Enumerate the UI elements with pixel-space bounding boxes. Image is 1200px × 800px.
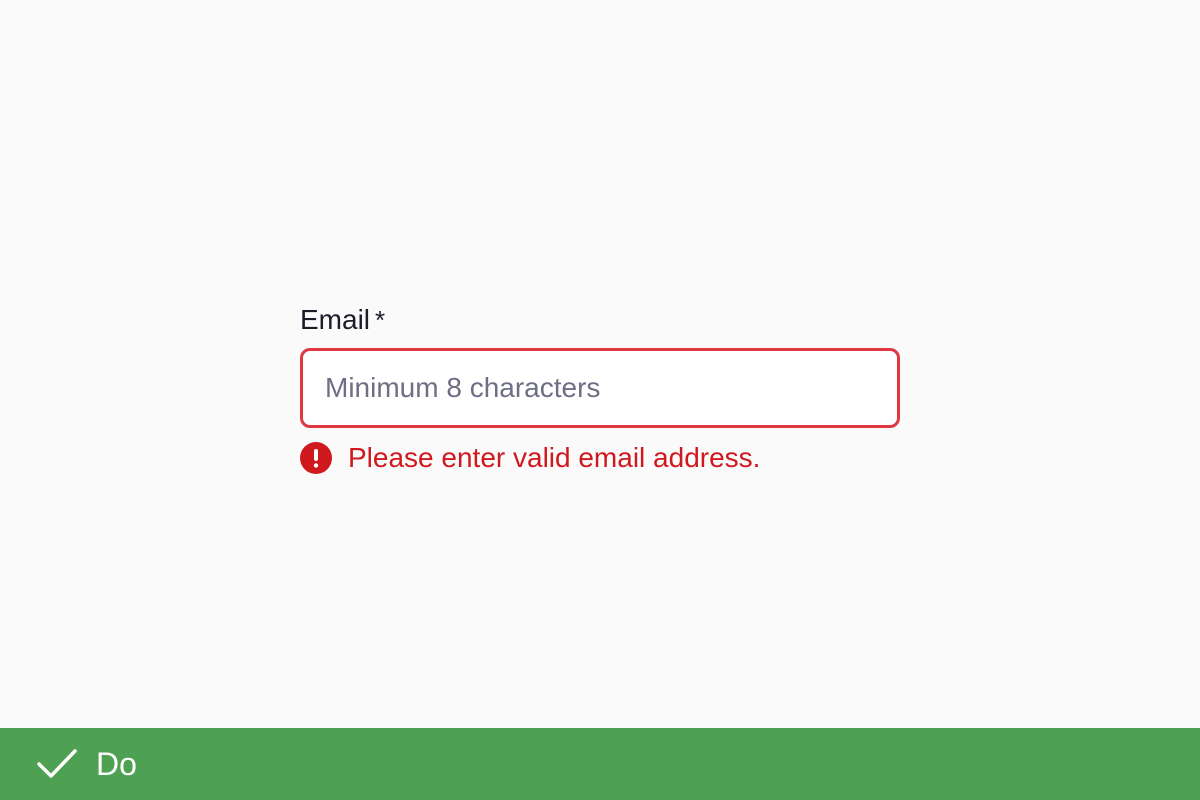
email-label: Email bbox=[300, 304, 371, 335]
required-marker: * bbox=[375, 305, 386, 335]
email-label-row: Email * bbox=[300, 300, 900, 340]
banner-label: Do bbox=[96, 745, 137, 782]
email-input[interactable] bbox=[300, 348, 900, 428]
check-icon bbox=[36, 748, 78, 780]
alert-circle-icon bbox=[300, 442, 332, 474]
email-field-group: Email * Please enter valid email address… bbox=[300, 300, 900, 474]
error-message: Please enter valid email address. bbox=[348, 442, 761, 473]
error-message-row: Please enter valid email address. bbox=[300, 440, 760, 476]
do-banner: Do bbox=[0, 728, 1200, 800]
